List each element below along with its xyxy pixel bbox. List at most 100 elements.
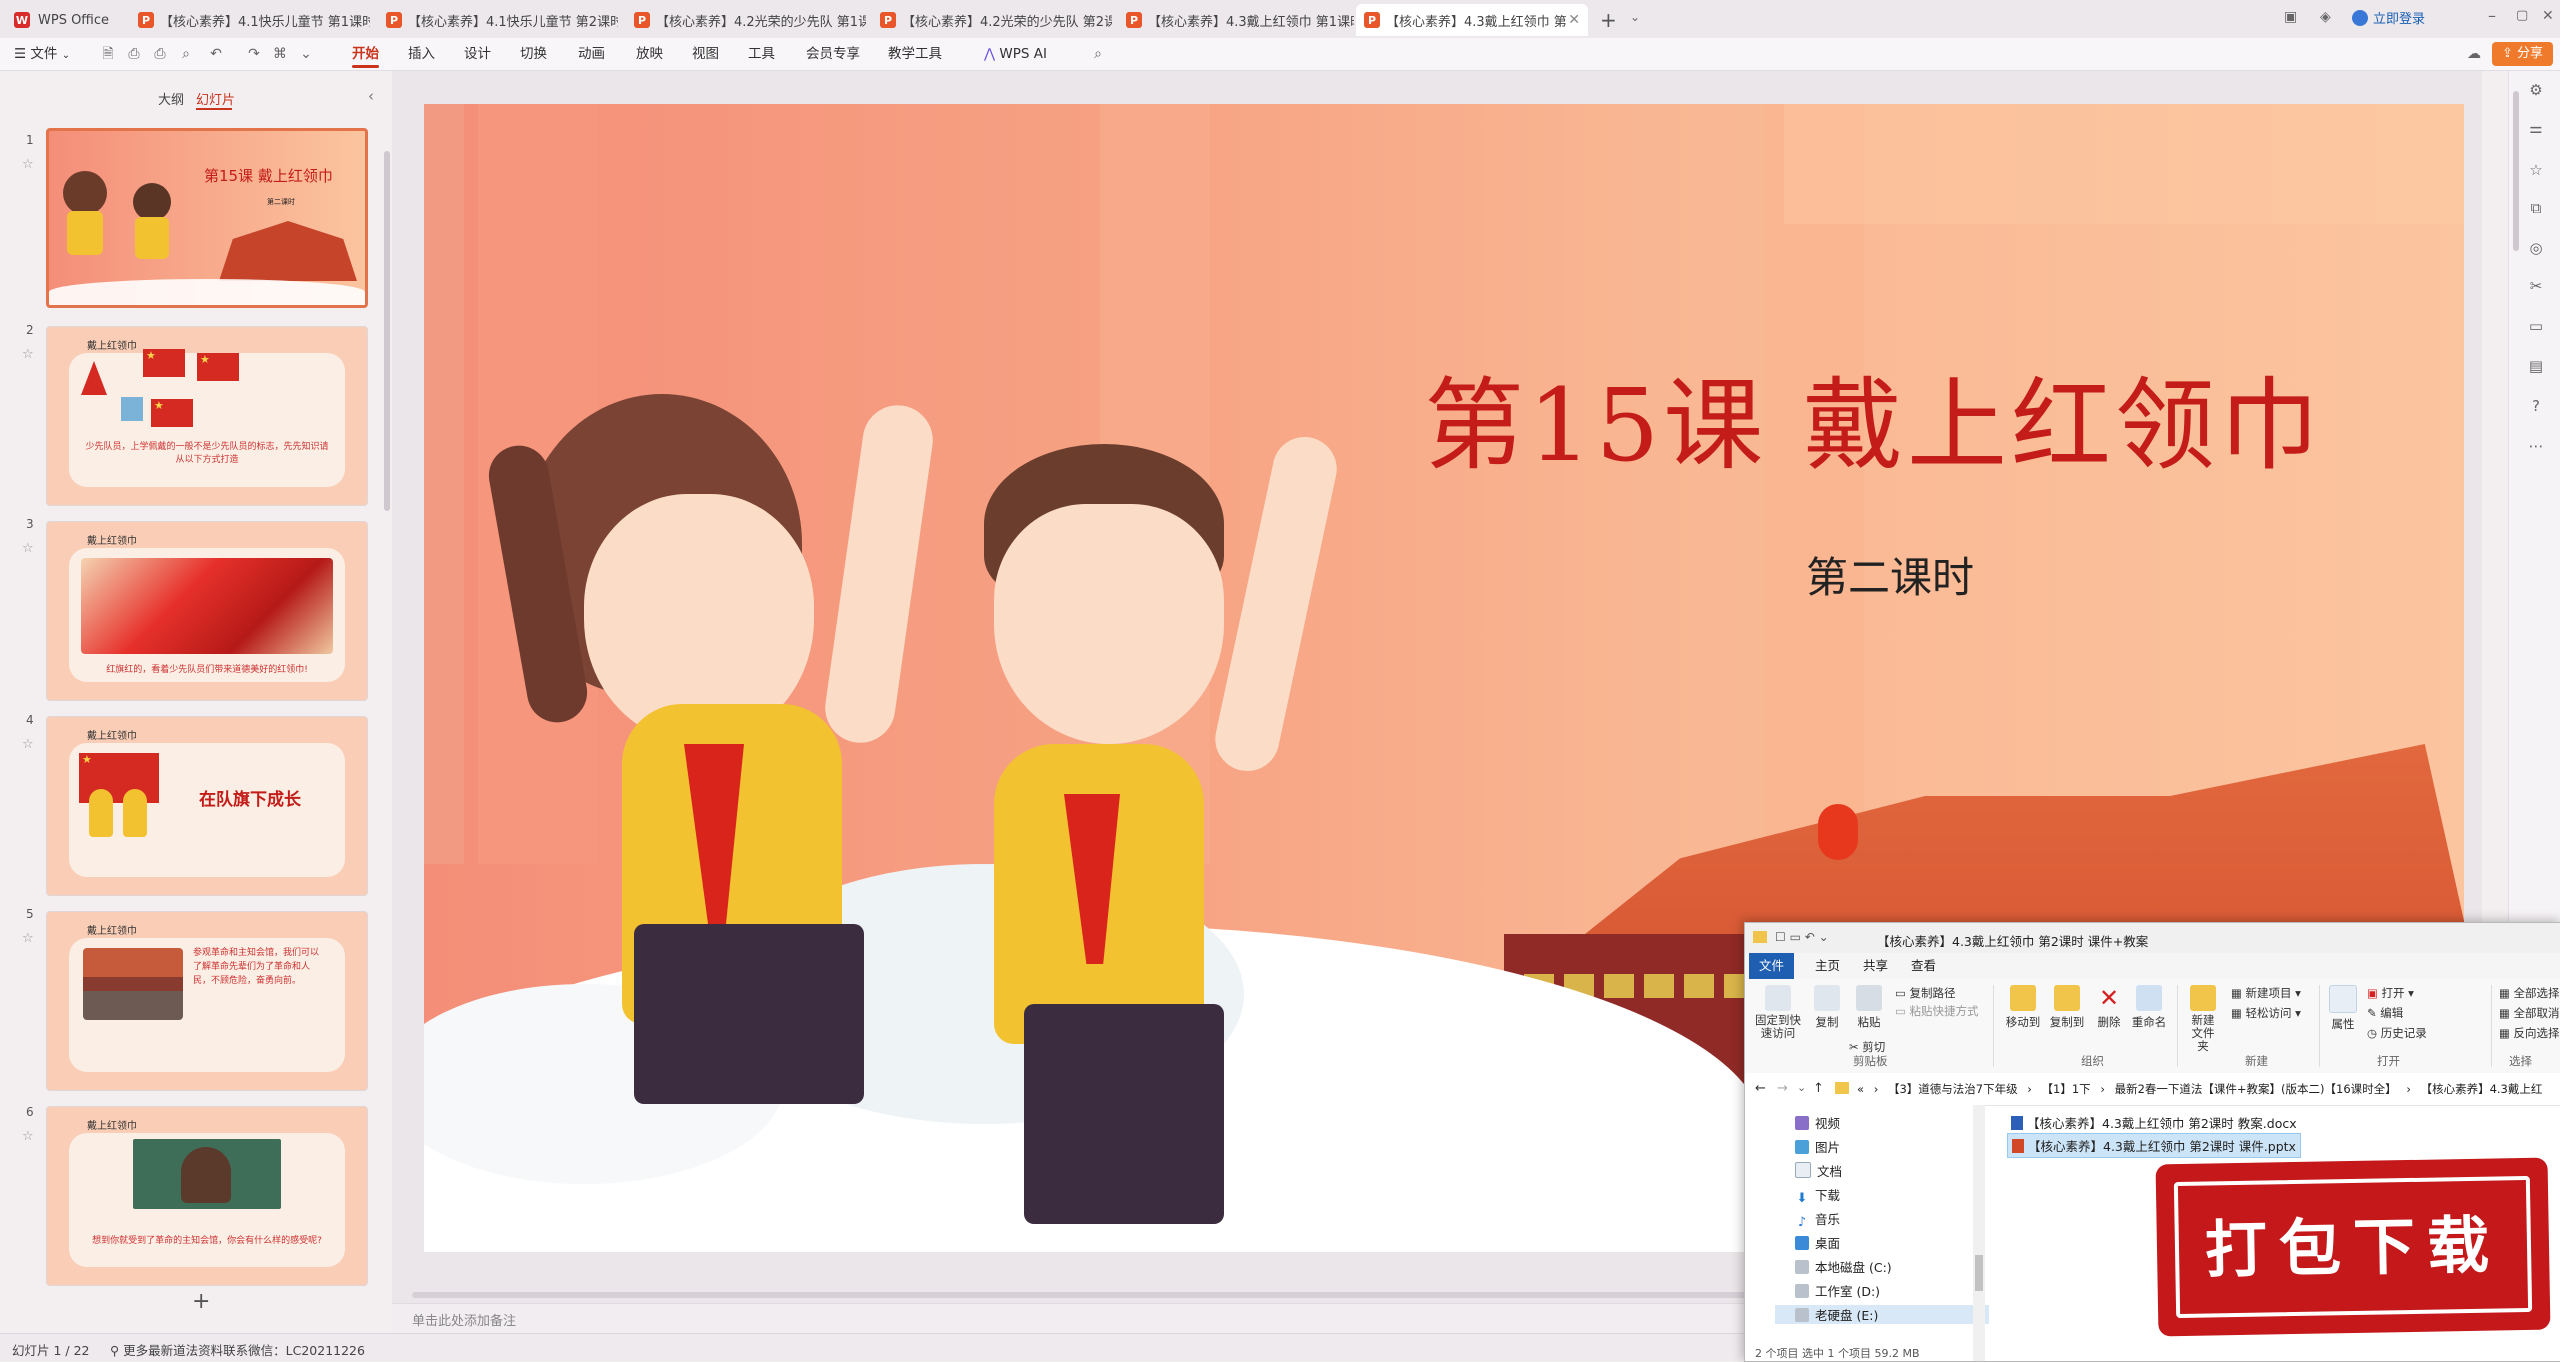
star-icon[interactable]: ☆ (22, 347, 34, 362)
file-item[interactable]: 【核心素养】4.3戴上红领巾 第2课时 教案.docx (2007, 1111, 2301, 1134)
copy-to-button[interactable]: 复制到 (2045, 985, 2089, 1030)
star-icon[interactable]: ☆ (22, 1129, 34, 1144)
open-button[interactable]: ▣ 打开 ▾ (2367, 985, 2414, 1001)
breadcrumb-item[interactable]: 【核心素养】4.3戴上红 (2421, 1082, 2543, 1096)
minimize-icon[interactable]: – (2488, 6, 2496, 25)
notes-placeholder[interactable]: 单击此处添加备注 (412, 1310, 516, 1329)
file-item-selected[interactable]: 【核心素养】4.3戴上红领巾 第2课时 课件.pptx (2007, 1133, 2301, 1158)
tools-icon[interactable]: ✂ (2527, 277, 2545, 295)
undo-icon[interactable]: ↶ (208, 46, 224, 62)
tab-slides[interactable]: 幻灯片 (196, 89, 235, 108)
slide-title[interactable]: 第15课 戴上红领巾 (1424, 344, 2323, 489)
breadcrumb-item[interactable]: 【3】道德与法治7下年级 (1888, 1082, 2018, 1096)
chevron-down-icon[interactable]: ⌄ (1797, 1081, 1806, 1094)
explorer-title-bar[interactable]: ☐ ▭ ↶ ⌄ 【核心素养】4.3戴上红领巾 第2课时 课件+教案 (1745, 923, 2560, 953)
forward-icon[interactable]: → (1777, 1081, 1788, 1096)
animation-icon[interactable]: ◎ (2527, 239, 2545, 257)
pin-quick-access-button[interactable]: 固定到快速访问 (1751, 985, 1805, 1040)
tab-document[interactable]: P 【核心素养】4.1快乐儿童节 第2课时 (378, 4, 618, 36)
tab-outline[interactable]: 大纲 (158, 89, 184, 108)
breadcrumb-item[interactable]: « (1857, 1082, 1864, 1096)
menu-transition[interactable]: 切换 (520, 38, 547, 70)
slide-thumbnail[interactable]: 戴上红领巾 在队旗下成长 (46, 716, 368, 896)
star-icon[interactable]: ☆ (22, 541, 34, 556)
maximize-icon[interactable]: ▢ (2516, 8, 2528, 23)
slide-subtitle[interactable]: 第二课时 (1806, 544, 1974, 605)
cloud-icon[interactable]: ☁ (2466, 46, 2482, 62)
nav-item[interactable]: 视频 (1795, 1113, 1840, 1132)
star-icon[interactable]: ☆ (22, 737, 34, 752)
select-all-button[interactable]: ▦ 全部选择 (2499, 985, 2560, 1001)
download-stamp[interactable]: 打包下载 (2161, 1163, 2545, 1331)
tab-document[interactable]: P 【核心素养】4.2光荣的少先队 第1课 (626, 4, 866, 36)
share-button[interactable]: ⇪ 分享 (2492, 42, 2554, 66)
slide-thumbnail[interactable]: 戴上红领巾 红旗红的，看着少先队员们带来道德美好的红领巾! (46, 521, 368, 701)
menu-slideshow[interactable]: 放映 (636, 38, 663, 70)
menu-view[interactable]: 视图 (692, 38, 719, 70)
breadcrumb-item[interactable]: 最新2春一下道法【课件+教案】(版本二)【16课时全】 (2115, 1082, 2397, 1096)
star-icon[interactable]: ☆ (2527, 161, 2545, 179)
up-icon[interactable]: ↑ (1813, 1081, 1824, 1096)
slide-thumbnail[interactable]: 第15课 戴上红领巾 第二课时 (46, 128, 368, 308)
copy-path-button[interactable]: ▭ 复制路径 (1895, 985, 1956, 1001)
tab-document[interactable]: P 【核心素养】4.1快乐儿童节 第1课时 (130, 4, 370, 36)
history-button[interactable]: ◷ 历史记录 (2367, 1025, 2427, 1041)
menu-insert[interactable]: 插入 (408, 38, 435, 70)
nav-scrollbar[interactable] (1973, 1105, 1985, 1361)
star-icon[interactable]: ☆ (22, 931, 34, 946)
properties-button[interactable]: 属性 (2325, 985, 2361, 1032)
print-icon[interactable]: ⎙ (152, 46, 168, 62)
address-bar[interactable]: ← → ⌄ ↑ « › 【3】道德与法治7下年级 › 【1】1下 › 最新2春一… (1745, 1073, 2560, 1106)
nav-item[interactable]: ⬇ 下载 (1795, 1185, 1840, 1206)
panel-scrollbar[interactable] (384, 151, 390, 511)
book-icon[interactable]: ▭ (2527, 317, 2545, 335)
open-icon[interactable]: ⎙ (126, 46, 142, 62)
ribbon-tab-file[interactable]: 文件 (1749, 953, 1795, 979)
new-item-button[interactable]: ▦ 新建项目 ▾ (2231, 985, 2301, 1001)
edit-button[interactable]: ✎ 编辑 (2367, 1005, 2403, 1021)
quick-access-icons[interactable]: ☐ ▭ ↶ ⌄ (1775, 930, 1829, 944)
menu-wps-ai[interactable]: ⋀ WPS AI (984, 38, 1047, 70)
help-icon[interactable]: ? (2527, 397, 2545, 415)
nav-item[interactable]: 工作室 (D:) (1795, 1281, 1880, 1300)
adjust-icon[interactable]: ⚌ (2527, 119, 2545, 137)
horizontal-scrollbar[interactable] (412, 1292, 1912, 1298)
window-mode-icon[interactable]: ▣ (2284, 9, 2302, 27)
breadcrumb-item[interactable]: 【1】1下 (2042, 1082, 2091, 1096)
menu-tools[interactable]: 工具 (748, 38, 775, 70)
back-icon[interactable]: ← (1755, 1081, 1766, 1096)
save-icon[interactable]: 🗎 (100, 46, 116, 62)
menu-teaching-tools[interactable]: 教学工具 (888, 38, 942, 70)
tab-document[interactable]: P 【核心素养】4.3戴上红领巾 第1课时 (1118, 4, 1354, 36)
chevron-down-icon[interactable]: ⌄ (298, 46, 314, 62)
slide-thumbnail[interactable]: 戴上红领巾 参观革命和主知会馆，我们可以了解革命先辈们为了革命和人民，不顾危险，… (46, 911, 368, 1091)
breadcrumb[interactable]: « › 【3】道德与法治7下年级 › 【1】1下 › 最新2春一下道法【课件+教… (1857, 1081, 2542, 1097)
nav-item[interactable]: 图片 (1795, 1137, 1840, 1156)
new-folder-button[interactable]: 新建文件夹 (2181, 985, 2225, 1053)
login-button[interactable]: 立即登录 (2352, 8, 2425, 27)
move-to-button[interactable]: 移动到 (2001, 985, 2045, 1030)
chart-icon[interactable]: ▤ (2527, 357, 2545, 375)
nav-item[interactable]: 本地磁盘 (C:) (1795, 1257, 1892, 1276)
nav-scrollbar-thumb[interactable] (1975, 1255, 1983, 1291)
select-none-button[interactable]: ▦ 全部取消 (2499, 1005, 2560, 1021)
ribbon-tab-share[interactable]: 共享 (1853, 953, 1898, 979)
rename-button[interactable]: 重命名 (2129, 985, 2169, 1030)
tab-wps-home[interactable]: W WPS Office (6, 4, 126, 36)
nav-item[interactable]: ♪ 音乐 (1795, 1209, 1840, 1230)
format-painter-icon[interactable]: ⌘ (272, 46, 288, 62)
file-menu[interactable]: ☰ 文件 ⌄ (14, 38, 70, 70)
settings-icon[interactable]: ⚙ (2527, 81, 2545, 99)
star-icon[interactable]: ☆ (22, 157, 34, 172)
paste-button[interactable]: 粘贴 (1849, 985, 1889, 1030)
print-preview-icon[interactable]: ⌕ (178, 46, 194, 62)
copy-icon[interactable]: ⧉ (2527, 199, 2545, 217)
new-tab-button[interactable]: + (1600, 8, 1617, 32)
redo-icon[interactable]: ↷ (246, 46, 262, 62)
menu-animation[interactable]: 动画 (578, 38, 605, 70)
close-icon[interactable]: ✕ (1568, 12, 1580, 28)
slide-thumbnail[interactable]: 戴上红领巾 少先队员，上学佩戴的一般不是少先队员的标志，先先知识请从以下方式打造 (46, 326, 368, 506)
close-window-icon[interactable]: ✕ (2542, 8, 2554, 24)
copy-button[interactable]: 复制 (1807, 985, 1847, 1030)
collapse-panel-icon[interactable]: ‹ (368, 87, 374, 105)
